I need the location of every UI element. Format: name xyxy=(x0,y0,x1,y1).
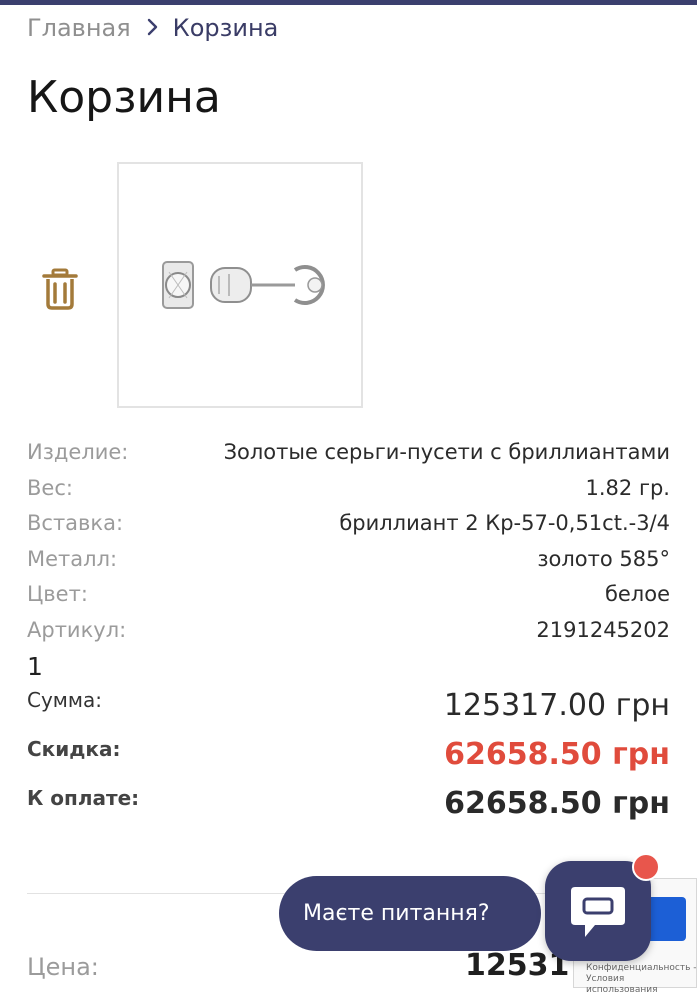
spec-value: золото 585° xyxy=(537,546,670,571)
quantity-value[interactable]: 1 xyxy=(27,652,43,681)
discount-label: Скидка: xyxy=(27,737,121,761)
notification-dot xyxy=(632,853,660,881)
spec-label: Артикул: xyxy=(27,617,127,642)
spec-label: Изделие: xyxy=(27,440,129,464)
page-title: Корзина xyxy=(27,72,221,123)
spec-label: Вставка: xyxy=(27,511,124,535)
recaptcha-logo-icon xyxy=(646,897,686,941)
sum-row: Сумма: 125317.00 грн xyxy=(27,688,670,723)
pay-row: К оплате: 62658.50 грн xyxy=(27,786,670,821)
price-label: Цена: xyxy=(27,953,99,981)
recaptcha-links[interactable]: Конфиденциальность - Условия использован… xyxy=(586,963,697,996)
chat-prompt-bubble[interactable]: Маєте питання? xyxy=(279,876,541,951)
spec-label: Металл: xyxy=(27,546,118,571)
chat-icon xyxy=(571,887,625,937)
sum-value: 125317.00 грн xyxy=(443,688,670,723)
discount-row: Скидка: 62658.50 грн xyxy=(27,737,670,772)
spec-row-weight: Вес: 1.82 гр. xyxy=(27,472,670,508)
spec-row-article: Артикул: 2191245202 xyxy=(27,614,670,650)
breadcrumb: Главная Корзина xyxy=(27,14,278,42)
spec-row-insert: Вставка: бриллиант 2 Кр-57-0,51ct.-3/4 xyxy=(27,507,670,543)
breadcrumb-current: Корзина xyxy=(172,14,279,42)
product-image[interactable] xyxy=(117,162,363,408)
chat-prompt-text: Маєте питання? xyxy=(303,901,490,926)
spec-value: 2191245202 xyxy=(536,617,670,642)
pay-value: 62658.50 грн xyxy=(444,786,670,821)
breadcrumb-home-link[interactable]: Главная xyxy=(27,14,131,42)
sum-label: Сумма: xyxy=(27,688,102,712)
spec-row-color: Цвет: белое xyxy=(27,578,670,614)
spec-label: Вес: xyxy=(27,475,73,500)
spec-value: бриллиант 2 Кр-57-0,51ct.-3/4 xyxy=(339,511,670,535)
spec-value: 1.82 гр. xyxy=(585,475,670,500)
spec-label: Цвет: xyxy=(27,582,88,606)
spec-row-metal: Металл: золото 585° xyxy=(27,543,670,579)
pay-label: К оплате: xyxy=(27,786,140,810)
trash-icon[interactable] xyxy=(40,268,80,310)
spec-value: Золотые серьги-пусети с бриллиантами xyxy=(223,440,670,464)
item-specs: Изделие: Золотые серьги-пусети с бриллиа… xyxy=(27,436,670,649)
discount-value: 62658.50 грн xyxy=(444,737,670,772)
spec-row-product: Изделие: Золотые серьги-пусети с бриллиа… xyxy=(27,436,670,472)
spec-value: белое xyxy=(604,582,670,606)
chevron-right-icon xyxy=(147,14,159,42)
top-accent-bar xyxy=(0,0,697,5)
